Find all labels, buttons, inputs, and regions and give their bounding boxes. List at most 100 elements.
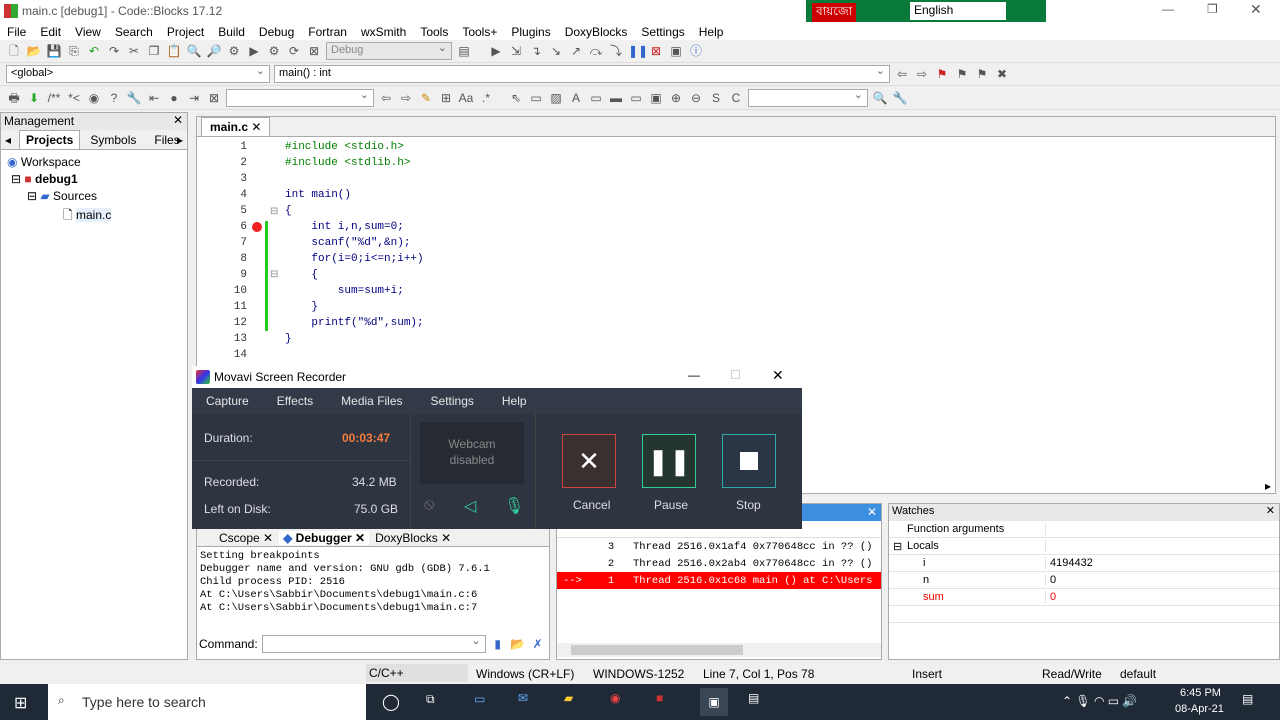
replace-icon[interactable]: 🔎	[206, 43, 222, 59]
watch-row[interactable]: ⊟ Locals	[889, 538, 1279, 555]
code-line[interactable]: {	[285, 205, 292, 217]
watch-row[interactable]: sum 0	[889, 589, 1279, 606]
pause-debug-icon[interactable]: ❚❚	[628, 43, 648, 59]
menu-tools[interactable]: Tools+	[455, 22, 504, 40]
save-icon[interactable]: 💾	[46, 43, 62, 59]
watch-row[interactable]: i 4194432	[889, 555, 1279, 572]
pause-recording-button[interactable]: ❚❚	[642, 434, 696, 488]
microphone-icon[interactable]: 🎙	[504, 496, 524, 516]
cortana-icon[interactable]: ◯	[382, 692, 400, 712]
tab-doxyblocks[interactable]: DoxyBlocks ✕	[375, 531, 451, 545]
plugin-icon[interactable]: ⬇	[26, 90, 42, 106]
code-line[interactable]: for(i=0;i<=n;i++)	[285, 253, 423, 265]
doxy-comment-icon[interactable]: /**	[46, 90, 62, 106]
tree-folder[interactable]: ⊟ ▰ Sources	[27, 189, 97, 203]
recorder-maximize-button[interactable]: ☐	[730, 368, 741, 382]
recorder-menu-effects[interactable]: Effects	[263, 394, 327, 408]
settings-tool-icon[interactable]: 🔧	[892, 90, 908, 106]
menu-wxsmith[interactable]: wxSmith	[354, 22, 413, 40]
arrow-right-icon[interactable]: ⇨	[398, 90, 414, 106]
minimize-button[interactable]: —	[1162, 2, 1174, 16]
sizer-icon[interactable]: ▭	[628, 90, 644, 106]
file-explorer-icon[interactable]: ▰	[564, 691, 573, 705]
code-line[interactable]: printf("%d",sum);	[285, 317, 423, 329]
tree-file[interactable]: 🗋 main.c	[63, 206, 112, 227]
menu-fortran[interactable]: Fortran	[301, 22, 354, 40]
debugger-log[interactable]: Setting breakpoints Debugger name and ver…	[197, 547, 549, 635]
tab-cscope[interactable]: Cscope ✕	[219, 531, 273, 545]
taskbar-search[interactable]: ⌕ Type here to search	[48, 684, 366, 720]
menu-debug[interactable]: Debug	[252, 22, 301, 40]
watch-row[interactable]	[889, 606, 1279, 623]
threads-close-icon[interactable]: ✕	[867, 505, 877, 519]
jump-forward-icon[interactable]: ⇨	[914, 66, 930, 82]
codeblocks-taskbar-icon[interactable]: ■	[656, 691, 663, 705]
find-icon[interactable]: 🔍	[186, 43, 202, 59]
button-widget-icon[interactable]: ▭	[588, 90, 604, 106]
panel-icon[interactable]: ▬	[608, 90, 624, 106]
notifications-icon[interactable]: ▤	[1242, 692, 1253, 706]
tree-workspace[interactable]: ◉ Workspace	[7, 155, 81, 169]
function-select[interactable]: main() : int	[274, 64, 890, 83]
recorder-close-button[interactable]: ✕	[772, 367, 784, 384]
watch-row[interactable]: Function arguments	[889, 521, 1279, 538]
menu-project[interactable]: Project	[160, 22, 211, 40]
recorder-minimize-button[interactable]: —	[688, 368, 700, 382]
clock-date[interactable]: 08-Apr-21	[1175, 703, 1224, 715]
stop-recording-button[interactable]	[722, 434, 776, 488]
send-icon[interactable]: ▮	[490, 636, 506, 652]
menu-tools[interactable]: Tools	[413, 22, 455, 40]
language-select[interactable]: English	[910, 2, 1006, 20]
collapse-icon[interactable]: ⊟	[27, 189, 37, 203]
collapse-icon[interactable]: ⊟	[889, 540, 905, 553]
bookmark-toggle-icon[interactable]: ⚑	[934, 66, 950, 82]
pointer-icon[interactable]: ⇖	[508, 90, 524, 106]
recorder-menu-media-files[interactable]: Media Files	[327, 394, 416, 408]
next-line-icon[interactable]: ↴	[528, 43, 544, 59]
help-icon[interactable]: ?	[106, 90, 122, 106]
run-to-cursor-icon[interactable]: ⇲	[508, 43, 524, 59]
bookmark-clear-icon[interactable]: ✖	[994, 66, 1010, 82]
tray-icons[interactable]: ⌃ 🎙 ◠ ▭ 🔊	[1062, 694, 1137, 708]
close-button[interactable]: ✕	[1250, 1, 1262, 18]
tab-scroll-right-icon[interactable]: ▸	[177, 133, 183, 147]
menu-view[interactable]: View	[68, 22, 108, 40]
menu-file[interactable]: File	[0, 22, 33, 40]
bookmark-next-icon[interactable]: ⚑	[974, 66, 990, 82]
tab-symbols[interactable]: Symbols	[82, 131, 144, 149]
build-run-icon[interactable]: ⚙	[266, 43, 282, 59]
case-icon[interactable]: Aa	[458, 90, 474, 106]
recorder-menu-capture[interactable]: Capture	[192, 394, 263, 408]
debug-start-icon[interactable]: ▶	[488, 43, 504, 59]
stop-debug-icon[interactable]: ⊠	[648, 43, 664, 59]
code-line[interactable]: #include <stdlib.h>	[285, 157, 410, 169]
maximize-button[interactable]: ❐	[1207, 2, 1218, 16]
build-icon[interactable]: ⚙	[226, 43, 242, 59]
next-icon[interactable]: ⇥	[186, 90, 202, 106]
open-icon[interactable]: 📂	[26, 43, 42, 59]
redo-icon[interactable]: ↷	[106, 43, 122, 59]
step-into-icon[interactable]: ↘	[548, 43, 564, 59]
threads-table[interactable]: A...Info3Thread 2516.0x1af4 0x770648cc i…	[557, 521, 881, 589]
prev-icon[interactable]: ⇤	[146, 90, 162, 106]
command-input[interactable]	[261, 634, 486, 653]
step-out-icon[interactable]: ↗	[568, 43, 584, 59]
c-icon[interactable]: C	[728, 90, 744, 106]
copy-icon[interactable]: ❐	[146, 43, 162, 59]
movavi-taskbar-icon[interactable]: ▣	[700, 688, 728, 716]
thread-row[interactable]: --> 1 Thread 2516.0x1c68 main () at C:\Use…	[557, 572, 881, 589]
scope-select[interactable]: <global>	[6, 64, 270, 83]
clear-icon[interactable]: ✗	[530, 636, 546, 652]
scroll-right-icon[interactable]: ▸	[1265, 479, 1271, 493]
fold-icon[interactable]: ⊟	[270, 269, 278, 280]
doxy-line-icon[interactable]: *<	[66, 90, 82, 106]
collapse-icon[interactable]: ⊟	[11, 172, 21, 186]
dot-icon[interactable]: ●	[166, 90, 182, 106]
clear-search-icon[interactable]: ⊠	[206, 90, 222, 106]
debug-windows-icon[interactable]: ▣	[668, 43, 684, 59]
bookmark-prev-icon[interactable]: ⚑	[954, 66, 970, 82]
app2-icon[interactable]: ▤	[748, 691, 759, 705]
code-line[interactable]: }	[285, 333, 292, 345]
menu-build[interactable]: Build	[211, 22, 252, 40]
search-symbol-icon[interactable]: 🔍	[872, 90, 888, 106]
